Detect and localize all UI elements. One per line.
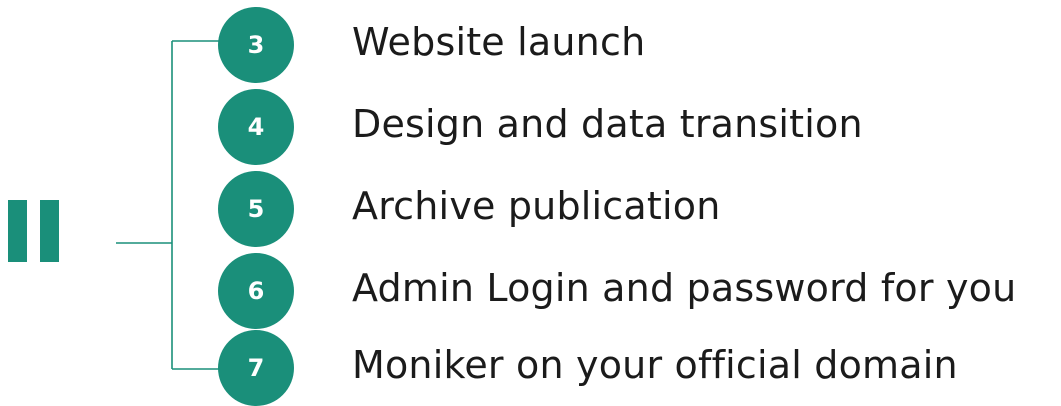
step-label-5: Archive publication <box>352 184 721 228</box>
step-badge-4: 4 <box>218 89 294 165</box>
step-label-3: Website launch <box>352 20 646 64</box>
step-label-6: Admin Login and password for you <box>352 266 1017 310</box>
step-badge-5: 5 <box>218 171 294 247</box>
step-label-4: Design and data transition <box>352 102 863 146</box>
step-badge-3: 3 <box>218 7 294 83</box>
step-label-7: Moniker on your official domain <box>352 343 958 387</box>
step-badge-7: 7 <box>218 330 294 406</box>
step-badge-6: 6 <box>218 253 294 329</box>
